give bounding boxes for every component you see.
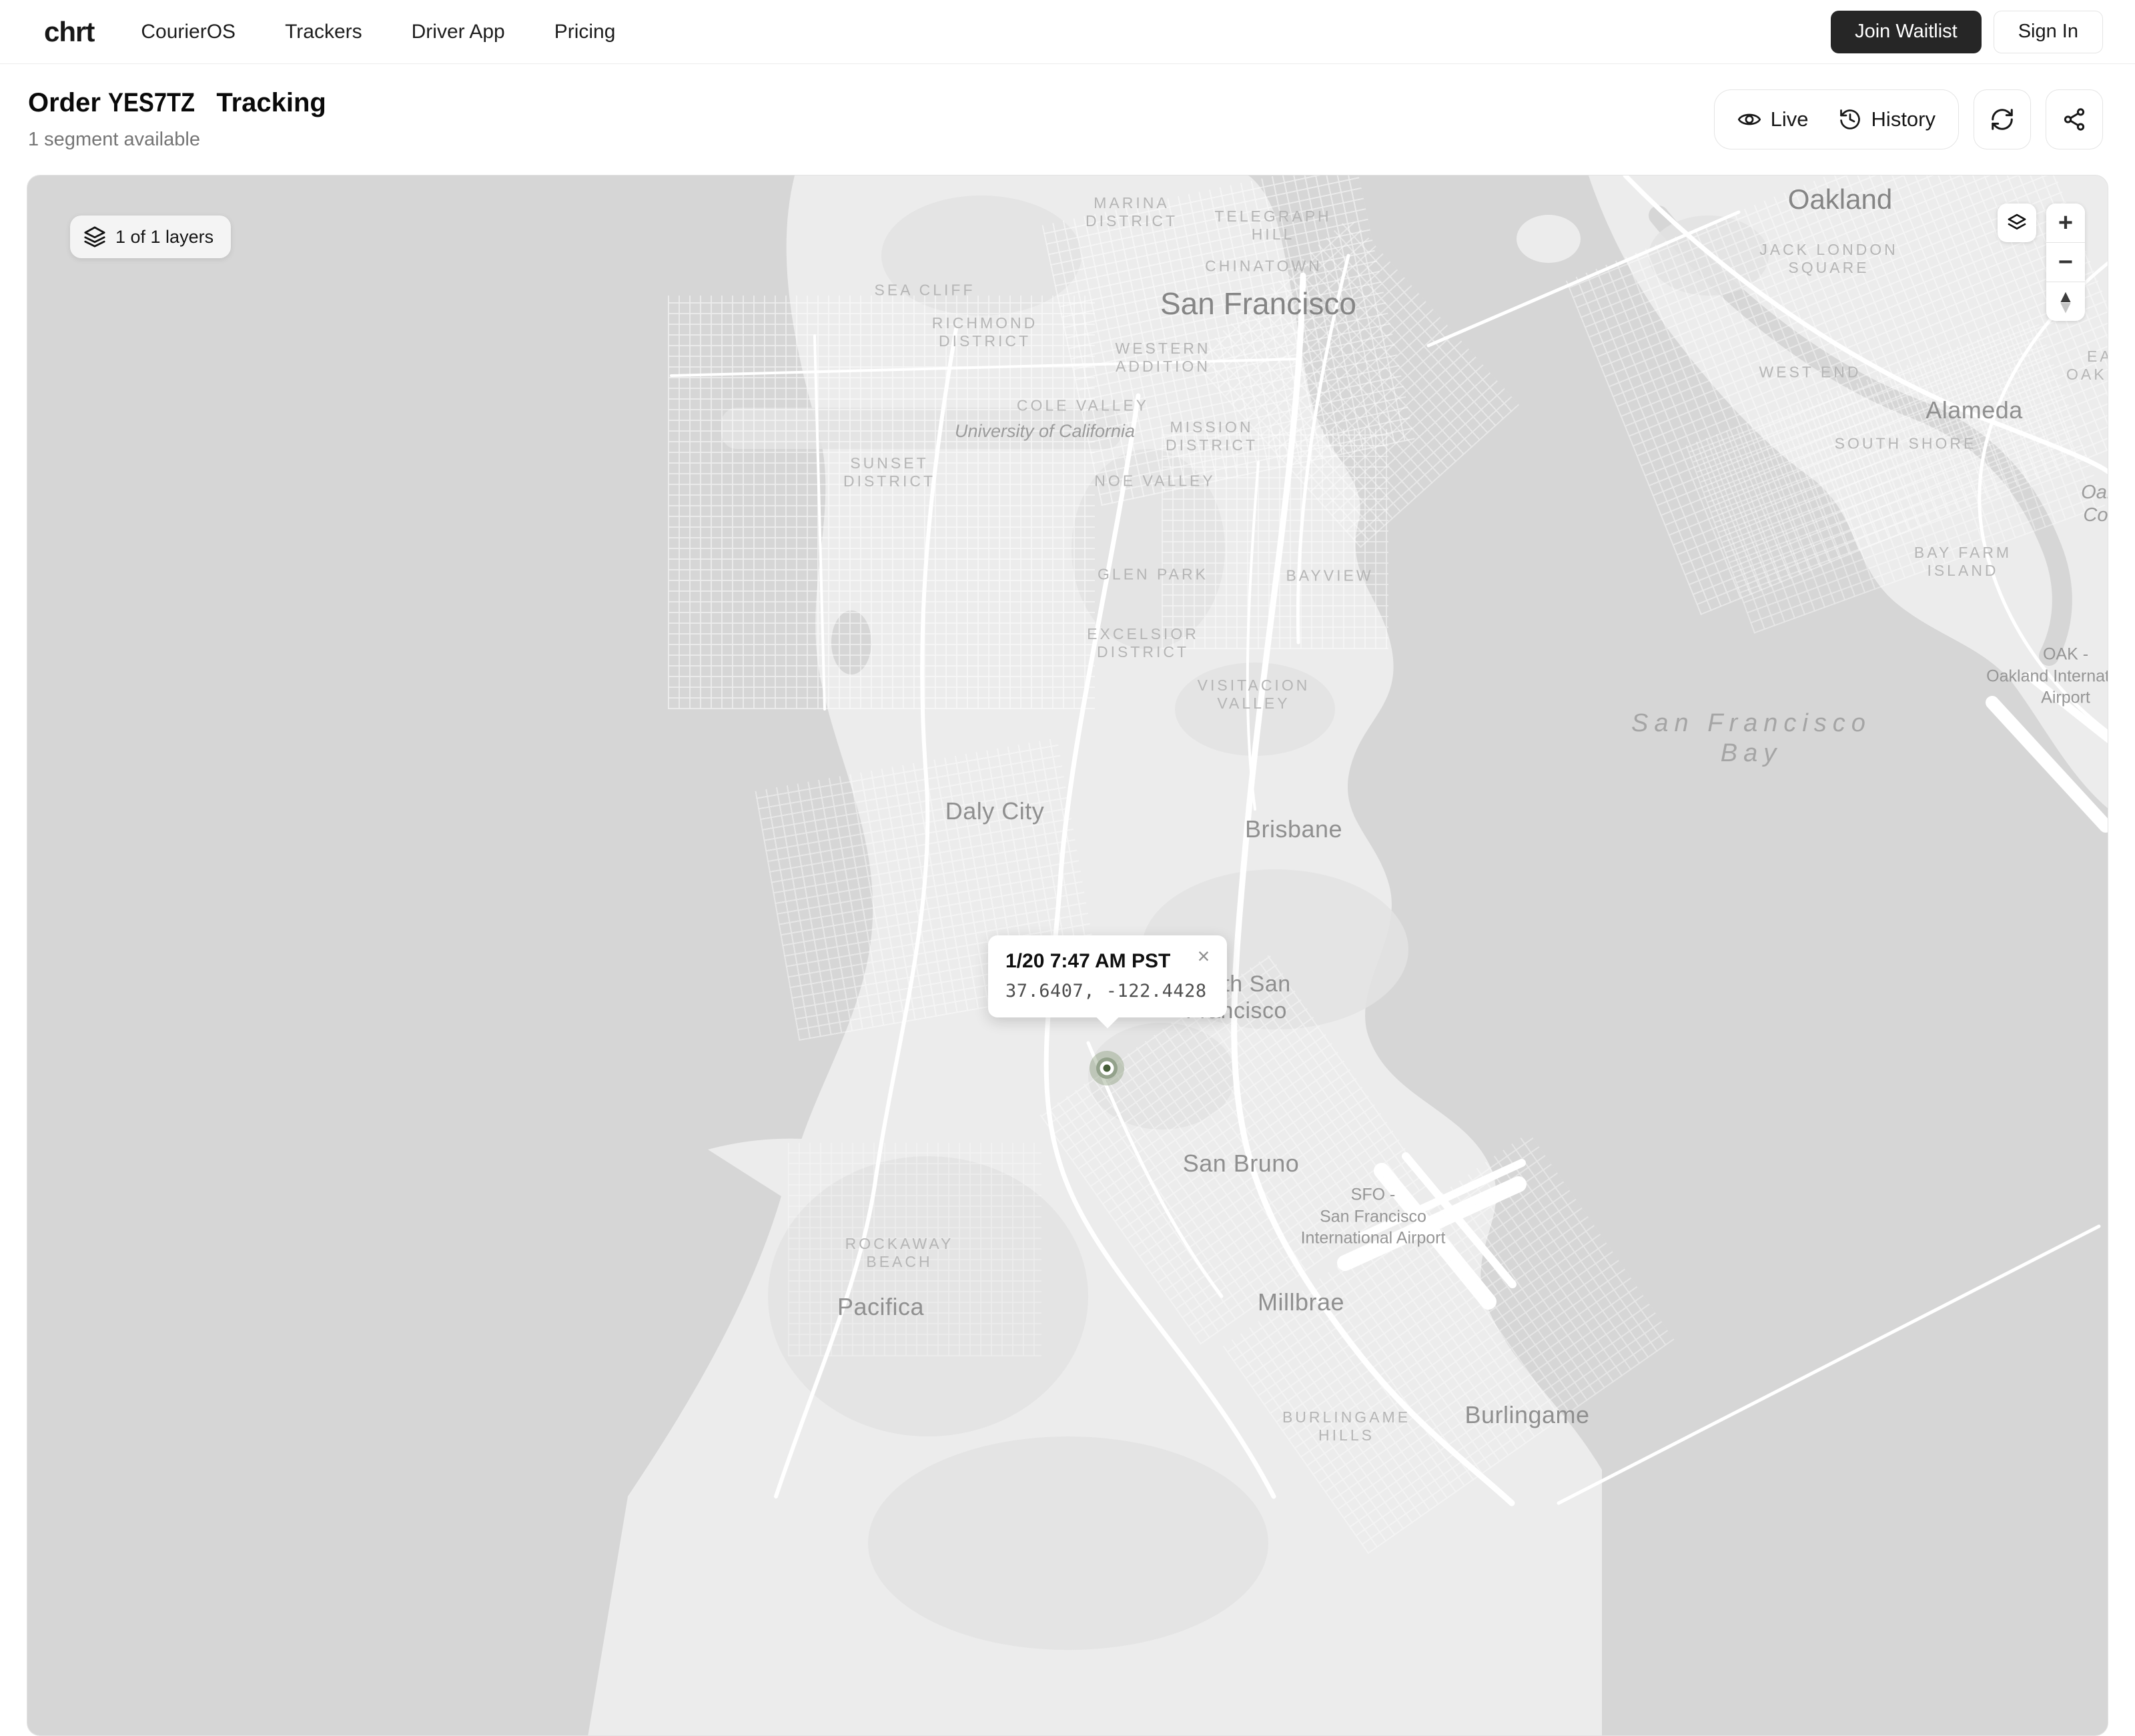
- brand-logo[interactable]: chrt: [44, 16, 94, 48]
- title-prefix: Order: [28, 88, 101, 117]
- close-icon[interactable]: ×: [1194, 946, 1214, 966]
- nav-link-courieros[interactable]: CourierOS: [141, 21, 236, 43]
- refresh-button[interactable]: [1974, 89, 2031, 149]
- page-title: Order YES7TZ Tracking: [28, 88, 326, 118]
- popup-coordinates: 37.6407, -122.4428: [1005, 981, 1210, 1001]
- compass-reset-button[interactable]: ▲ ▼: [2046, 282, 2085, 321]
- sign-in-button[interactable]: Sign In: [1994, 11, 2103, 53]
- tracker-popup: 1/20 7:47 AM PST 37.6407, -122.4428 ×: [988, 935, 1227, 1017]
- page-header: Order YES7TZ Tracking 1 segment availabl…: [0, 64, 2135, 175]
- history-label: History: [1871, 107, 1936, 131]
- title-suffix: Tracking: [216, 88, 326, 117]
- nav-actions: Join Waitlist Sign In: [1831, 11, 2103, 53]
- top-navbar: chrt CourierOS Trackers Driver App Prici…: [0, 0, 2135, 64]
- join-waitlist-button[interactable]: Join Waitlist: [1831, 11, 1982, 53]
- compass-south-icon: ▼: [2057, 302, 2074, 312]
- zoom-in-button[interactable]: +: [2046, 203, 2085, 242]
- tracker-location-marker[interactable]: [1090, 1051, 1124, 1086]
- layers-icon: [2006, 212, 2028, 234]
- nav-link-pricing[interactable]: Pricing: [554, 21, 616, 43]
- live-label: Live: [1771, 107, 1809, 131]
- map-layers-button[interactable]: [1998, 203, 2036, 242]
- eye-icon: [1737, 107, 1761, 131]
- view-mode-toggle: Live History: [1714, 89, 1959, 149]
- popup-timestamp: 1/20 7:47 AM PST: [1005, 950, 1210, 973]
- map-surface[interactable]: MARINADISTRICTTELEGRAPHHILLCHINATOWNSEA …: [27, 175, 2108, 1735]
- header-controls: Live History: [1714, 89, 2103, 149]
- nav-link-driver-app[interactable]: Driver App: [412, 21, 505, 43]
- segment-count-subtitle: 1 segment available: [28, 129, 326, 151]
- zoom-out-button[interactable]: −: [2046, 243, 2085, 282]
- history-toggle[interactable]: History: [1838, 107, 1936, 131]
- order-code: YES7TZ: [108, 88, 195, 118]
- layers-pill-button[interactable]: 1 of 1 layers: [70, 215, 231, 258]
- zoom-control-group: + − ▲ ▼: [2046, 203, 2085, 321]
- refresh-icon: [1990, 107, 2015, 132]
- history-clock-icon: [1838, 107, 1862, 131]
- map-card: MARINADISTRICTTELEGRAPHHILLCHINATOWNSEA …: [27, 175, 2108, 1736]
- live-toggle[interactable]: Live: [1737, 107, 1809, 131]
- layers-pill-label: 1 of 1 layers: [115, 227, 214, 248]
- nav-links: CourierOS Trackers Driver App Pricing: [141, 21, 615, 43]
- nav-link-trackers[interactable]: Trackers: [285, 21, 362, 43]
- share-button[interactable]: [2046, 89, 2103, 149]
- share-nodes-icon: [2062, 107, 2087, 132]
- layers-icon: [83, 226, 106, 248]
- map-controls: + − ▲ ▼: [1998, 203, 2085, 321]
- title-block: Order YES7TZ Tracking 1 segment availabl…: [28, 88, 326, 151]
- marker-center-dot: [1104, 1065, 1111, 1072]
